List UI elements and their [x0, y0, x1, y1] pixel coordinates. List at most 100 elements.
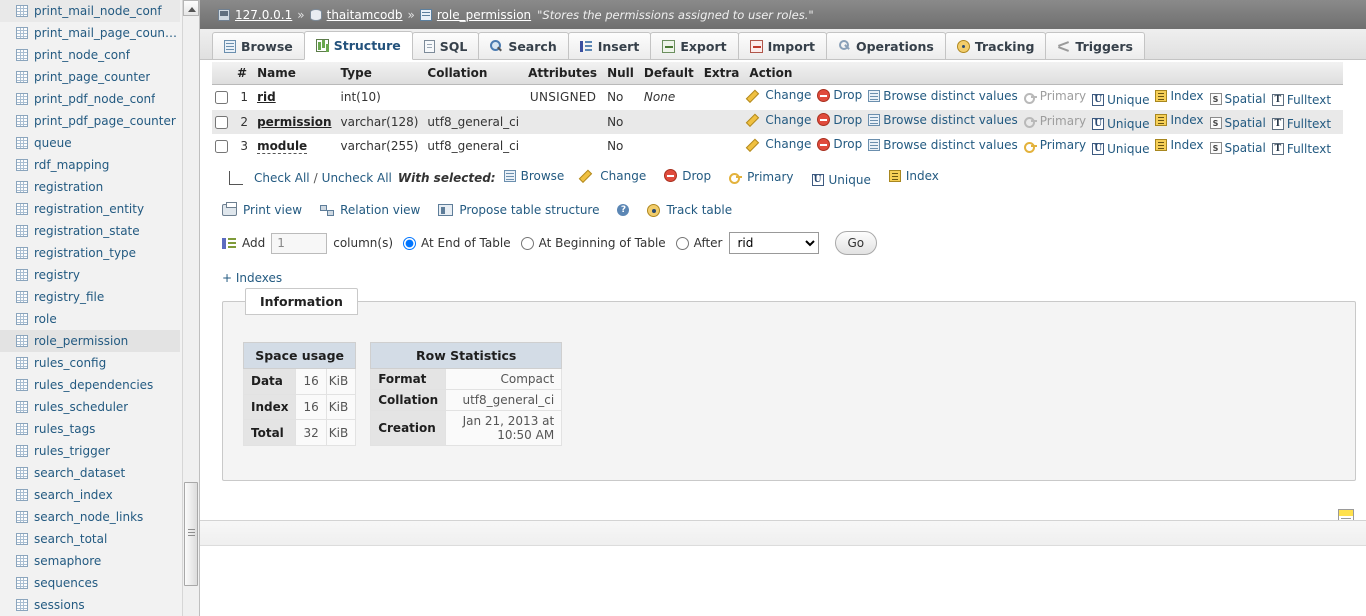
radio-after[interactable]: After [675, 236, 723, 250]
tab-triggers[interactable]: Triggers [1045, 32, 1146, 59]
indexes-toggle[interactable]: + Indexes [222, 271, 282, 285]
breadcrumb-server[interactable]: 127.0.0.1 [235, 8, 292, 22]
sidebar-item-print_page_counter[interactable]: print_page_counter [0, 66, 180, 88]
sidebar-item-print_pdf_node_conf[interactable]: print_pdf_node_conf [0, 88, 180, 110]
header-null[interactable]: Null [604, 62, 641, 85]
tab-insert[interactable]: Insert [567, 32, 652, 59]
tab-structure[interactable]: Structure [303, 31, 413, 60]
action-drop[interactable]: Drop [817, 113, 862, 127]
breadcrumb-database[interactable]: thaitamcodb [327, 8, 403, 22]
action-browse-distinct-values[interactable]: Browse distinct values [868, 89, 1018, 103]
radio-at-beginning-of-table[interactable]: At Beginning of Table [520, 236, 666, 250]
scroll-up-arrow-icon[interactable] [183, 0, 199, 16]
information-tab[interactable]: Information [245, 288, 358, 315]
sidebar-item-semaphore[interactable]: semaphore [0, 550, 180, 572]
action-unique[interactable]: U Unique [1092, 142, 1149, 156]
action-fulltext[interactable]: T Fulltext [1271, 117, 1331, 131]
tab-export[interactable]: Export [650, 32, 739, 59]
action-browse-distinct-values[interactable]: Browse distinct values [868, 138, 1018, 152]
help-icon[interactable]: ? [617, 204, 630, 216]
action-index[interactable]: Index [1155, 89, 1204, 103]
action-fulltext[interactable]: T Fulltext [1271, 93, 1331, 107]
breadcrumb-table[interactable]: role_permission [437, 8, 531, 22]
action-primary[interactable]: Primary [1023, 138, 1086, 153]
with-selected-drop[interactable]: Drop [664, 169, 711, 183]
tab-search[interactable]: Search [478, 32, 569, 59]
after-column-select[interactable]: ridpermissionmodule [728, 232, 819, 254]
action-unique[interactable]: U Unique [1092, 93, 1149, 107]
scrollbar-thumb[interactable] [184, 482, 198, 586]
radio-at-beginning-input[interactable] [520, 236, 534, 250]
with-selected-index[interactable]: Index [888, 169, 939, 183]
sidebar-item-print_mail_page_counter[interactable]: print_mail_page_counter [0, 22, 180, 44]
action-unique[interactable]: U Unique [1092, 117, 1149, 131]
row-checkbox[interactable] [215, 91, 228, 105]
header-attributes[interactable]: Attributes [525, 62, 605, 85]
tab-sql[interactable]: SQL [411, 32, 480, 59]
sidebar-item-rules_config[interactable]: rules_config [0, 352, 180, 374]
action-drop[interactable]: Drop [817, 88, 862, 102]
with-selected-primary[interactable]: Primary [729, 170, 794, 184]
link-relation-view[interactable]: Relation view [320, 203, 420, 217]
sidebar-item-sessions[interactable]: sessions [0, 594, 180, 616]
sidebar-item-registry[interactable]: registry [0, 264, 180, 286]
row-checkbox[interactable] [215, 140, 228, 154]
sidebar-item-print_pdf_page_counter[interactable]: print_pdf_page_counter [0, 110, 180, 132]
radio-at-end-input[interactable] [403, 236, 417, 250]
radio-after-input[interactable] [675, 236, 689, 250]
link-print-view[interactable]: Print view [222, 202, 302, 217]
sidebar-item-search_index[interactable]: search_index [0, 484, 180, 506]
sidebar-item-queue[interactable]: queue [0, 132, 180, 154]
sidebar-item-registration_entity[interactable]: registration_entity [0, 198, 180, 220]
action-fulltext[interactable]: T Fulltext [1271, 142, 1331, 156]
action-spatial[interactable]: S Spatial [1209, 141, 1266, 155]
sidebar-item-rules_scheduler[interactable]: rules_scheduler [0, 396, 180, 418]
action-change[interactable]: Change [749, 137, 811, 151]
link-track-table[interactable]: Track table [647, 203, 732, 217]
sidebar-item-search_node_links[interactable]: search_node_links [0, 506, 180, 528]
sidebar-scrollbar[interactable] [182, 0, 199, 616]
sidebar-item-role[interactable]: role [0, 308, 180, 330]
sidebar-item-rules_trigger[interactable]: rules_trigger [0, 440, 180, 462]
with-selected-change[interactable]: Change [582, 169, 646, 183]
link-propose-table-structure[interactable]: Propose table structure [438, 203, 599, 217]
with-selected-browse[interactable]: Browse [503, 169, 564, 183]
action-drop[interactable]: Drop [817, 137, 862, 151]
action-spatial[interactable]: S Spatial [1209, 92, 1266, 106]
sidebar-item-search_dataset[interactable]: search_dataset [0, 462, 180, 484]
sidebar-item-registration_state[interactable]: registration_state [0, 220, 180, 242]
with-selected-unique[interactable]: U Unique [811, 173, 871, 187]
sidebar-item-registration[interactable]: registration [0, 176, 180, 198]
tab-tracking[interactable]: Tracking [944, 32, 1047, 59]
tab-browse[interactable]: Browse [212, 32, 305, 59]
row-checkbox[interactable] [215, 115, 228, 129]
check-all-link[interactable]: Check All [254, 171, 310, 185]
sidebar-item-role_permission[interactable]: role_permission [0, 330, 180, 352]
add-column-count-input[interactable] [271, 232, 328, 254]
header-default[interactable]: Default [640, 62, 701, 85]
sidebar-item-print_mail_node_conf[interactable]: print_mail_node_conf [0, 0, 180, 22]
action-index[interactable]: Index [1155, 138, 1204, 152]
header-name[interactable]: Name [254, 62, 338, 85]
header-collation[interactable]: Collation [424, 62, 526, 85]
sidebar-item-print_node_conf[interactable]: print_node_conf [0, 44, 180, 66]
sidebar-item-registry_file[interactable]: registry_file [0, 286, 180, 308]
sidebar-item-rules_dependencies[interactable]: rules_dependencies [0, 374, 180, 396]
header-type[interactable]: Type [337, 62, 425, 85]
uncheck-all-link[interactable]: Uncheck All [322, 171, 392, 185]
sidebar-item-rdf_mapping[interactable]: rdf_mapping [0, 154, 180, 176]
action-index[interactable]: Index [1155, 113, 1204, 127]
action-change[interactable]: Change [749, 88, 811, 102]
tab-import[interactable]: Import [737, 32, 827, 59]
radio-at-end-of-table[interactable]: At End of Table [403, 236, 511, 250]
sidebar-item-search_total[interactable]: search_total [0, 528, 180, 550]
action-browse-distinct-values[interactable]: Browse distinct values [868, 113, 1018, 127]
header-extra[interactable]: Extra [700, 62, 747, 85]
go-button[interactable]: Go [834, 231, 878, 255]
sidebar-item-registration_type[interactable]: registration_type [0, 242, 180, 264]
action-spatial[interactable]: S Spatial [1209, 116, 1266, 130]
tab-operations[interactable]: Operations [825, 32, 946, 59]
sidebar-item-rules_tags[interactable]: rules_tags [0, 418, 180, 440]
sidebar-item-sequences[interactable]: sequences [0, 572, 180, 594]
action-change[interactable]: Change [749, 113, 811, 127]
